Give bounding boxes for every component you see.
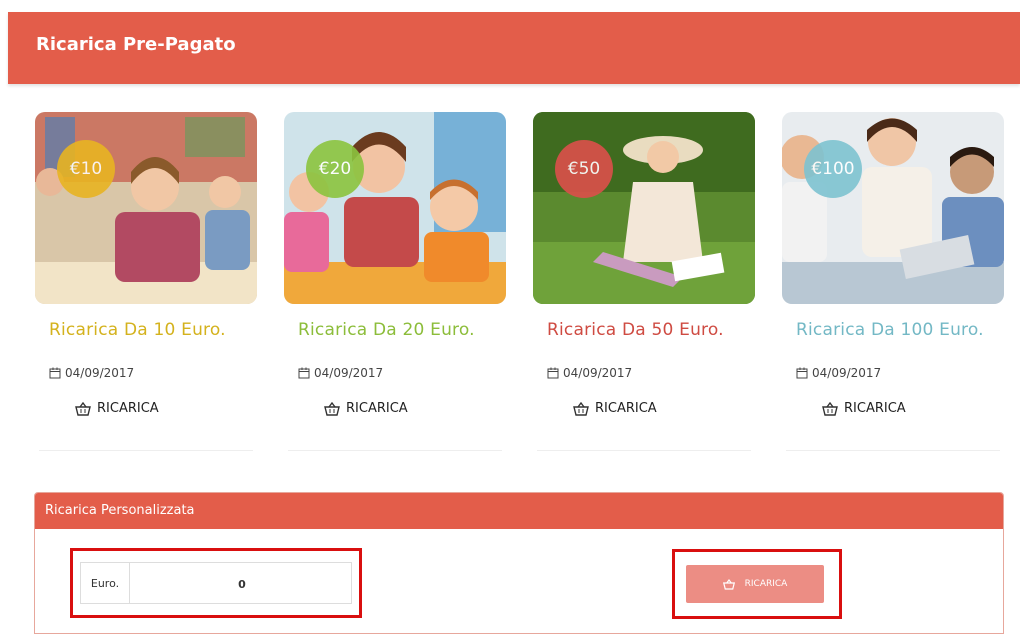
price-badge: €10 — [57, 140, 115, 198]
euro-amount-input[interactable] — [130, 563, 354, 605]
recharge-card-20: €20 Ricarica Da 20 Euro. 04/09/2017 RICA… — [284, 112, 506, 457]
custom-recharge-button[interactable]: RICARICA — [686, 565, 824, 603]
recharge-card-10: €10 Ricarica Da 10 Euro. 04/09/2017 RICA… — [35, 112, 257, 457]
calendar-icon — [298, 367, 310, 379]
recharge-button-label: RICARICA — [595, 401, 657, 416]
price-badge: €50 — [555, 140, 613, 198]
basket-icon — [75, 401, 91, 416]
card-date: 04/09/2017 — [49, 366, 134, 380]
price-badge: €20 — [306, 140, 364, 198]
divider — [39, 450, 253, 451]
card-date: 04/09/2017 — [298, 366, 383, 380]
card-title[interactable]: Ricarica Da 50 Euro. — [547, 320, 724, 340]
recharge-button-label: RICARICA — [97, 401, 159, 416]
divider — [288, 450, 502, 451]
recharge-button-label: RICARICA — [844, 401, 906, 416]
custom-recharge-button-label: RICARICA — [744, 579, 788, 589]
calendar-icon — [796, 367, 808, 379]
card-title[interactable]: Ricarica Da 100 Euro. — [796, 320, 984, 340]
card-date: 04/09/2017 — [796, 366, 881, 380]
divider — [537, 450, 751, 451]
basket-icon — [573, 401, 589, 416]
recharge-button[interactable]: RICARICA — [573, 401, 657, 416]
recharge-button[interactable]: RICARICA — [75, 401, 159, 416]
date-text: 04/09/2017 — [812, 366, 882, 380]
euro-input-group: Euro. — [80, 562, 354, 605]
basket-icon — [722, 578, 735, 590]
card-image — [284, 112, 506, 304]
price-badge: €100 — [804, 140, 862, 198]
card-title[interactable]: Ricarica Da 10 Euro. — [49, 320, 226, 340]
divider — [786, 450, 1000, 451]
date-text: 04/09/2017 — [65, 366, 135, 380]
page-title: Ricarica Pre-Pagato — [36, 34, 236, 55]
date-text: 04/09/2017 — [314, 366, 384, 380]
recharge-button[interactable]: RICARICA — [822, 401, 906, 416]
basket-icon — [822, 401, 838, 416]
basket-icon — [324, 401, 340, 416]
card-image — [782, 112, 1004, 304]
card-date: 04/09/2017 — [547, 366, 632, 380]
card-title[interactable]: Ricarica Da 20 Euro. — [298, 320, 475, 340]
recharge-card-50: €50 Ricarica Da 50 Euro. 04/09/2017 RICA… — [533, 112, 755, 457]
panel-title: Ricarica Personalizzata — [35, 493, 1003, 529]
recharge-button[interactable]: RICARICA — [324, 401, 408, 416]
card-image — [533, 112, 755, 304]
date-text: 04/09/2017 — [563, 366, 633, 380]
recharge-button-label: RICARICA — [346, 401, 408, 416]
calendar-icon — [547, 367, 559, 379]
calendar-icon — [49, 367, 61, 379]
card-image — [35, 112, 257, 304]
euro-label: Euro. — [81, 563, 130, 603]
page-header: Ricarica Pre-Pagato — [8, 12, 1020, 84]
recharge-card-100: €100 Ricarica Da 100 Euro. 04/09/2017 RI… — [782, 112, 1004, 457]
